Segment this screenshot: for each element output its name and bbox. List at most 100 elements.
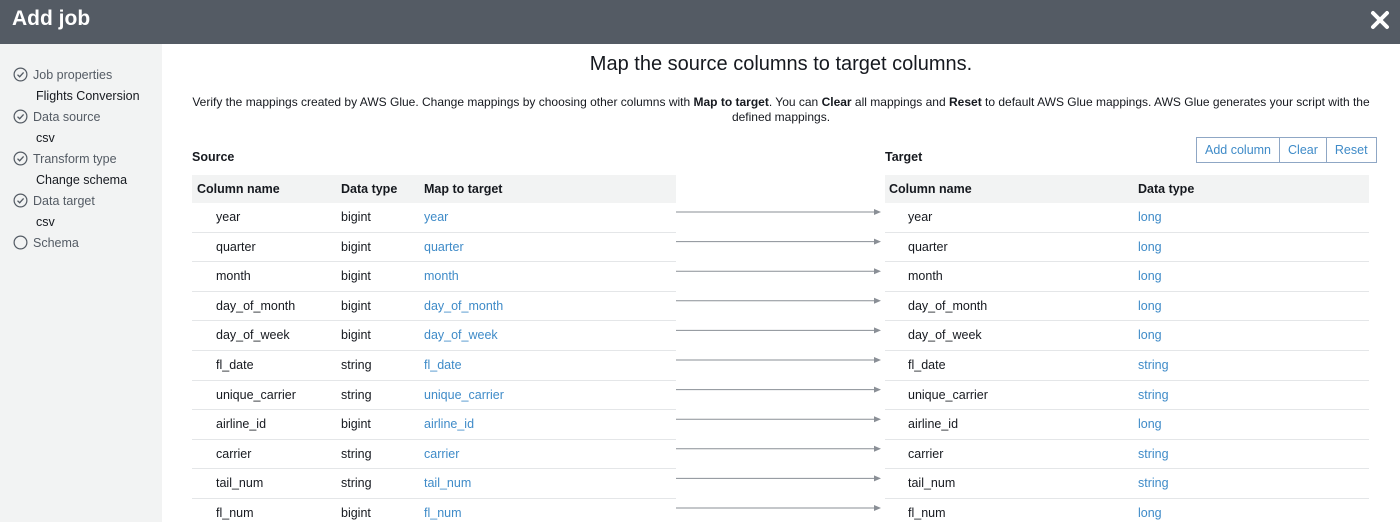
arrow-right-icon xyxy=(676,445,881,452)
source-column-name: fl_date xyxy=(216,358,254,372)
source-column-name: day_of_week xyxy=(216,328,290,342)
source-data-type: bigint xyxy=(341,506,371,520)
row-divider xyxy=(192,350,676,351)
row-divider xyxy=(192,498,676,499)
step-data-source[interactable]: Data source xyxy=(13,109,100,124)
arrow-right-icon xyxy=(676,505,881,511)
target-col-name-header: Column name xyxy=(889,182,972,196)
reset-button[interactable]: Reset xyxy=(1326,138,1376,162)
target-column-name: month xyxy=(908,269,943,283)
source-data-type: string xyxy=(341,388,372,402)
check-circle-icon xyxy=(13,67,28,82)
target-data-type[interactable]: long xyxy=(1138,506,1162,520)
map-to-target-link[interactable]: year xyxy=(424,210,448,224)
target-data-type[interactable]: long xyxy=(1138,417,1162,431)
source-column-name: quarter xyxy=(216,240,256,254)
check-circle-icon xyxy=(13,193,28,208)
map-to-target-link[interactable]: day_of_week xyxy=(424,328,498,342)
map-to-target-link[interactable]: unique_carrier xyxy=(424,388,504,402)
row-divider xyxy=(192,291,676,292)
step-schema[interactable]: Schema xyxy=(13,235,79,250)
map-to-target-header: Map to target xyxy=(424,182,503,196)
source-data-type: string xyxy=(341,358,372,372)
target-column-name: fl_num xyxy=(908,506,946,520)
target-data-type[interactable]: long xyxy=(1138,328,1162,342)
source-data-type: bigint xyxy=(341,417,371,431)
source-data-type: bigint xyxy=(341,210,371,224)
target-data-type[interactable]: long xyxy=(1138,299,1162,313)
map-to-target-link[interactable]: day_of_month xyxy=(424,299,503,313)
target-column-name: day_of_month xyxy=(908,299,988,313)
step-value: Change schema xyxy=(36,173,128,187)
map-to-target-link[interactable]: airline_id xyxy=(424,417,474,431)
step-label: Job properties xyxy=(33,67,113,82)
dialog-title: Add job xyxy=(12,7,91,30)
arrow-right-icon xyxy=(676,238,881,245)
map-to-target-link[interactable]: fl_date xyxy=(424,358,462,372)
row-divider xyxy=(885,439,1369,440)
main-panel: Map the source columns to target columns… xyxy=(162,44,1400,522)
source-column-name: day_of_month xyxy=(216,299,296,313)
source-data-type: bigint xyxy=(341,328,371,342)
mapping-actions: Add column Clear Reset xyxy=(1196,137,1377,163)
step-transform-type[interactable]: Transform type xyxy=(13,151,117,166)
row-divider xyxy=(192,380,676,381)
row-divider xyxy=(885,409,1369,410)
source-column-name: month xyxy=(216,269,251,283)
source-column-name: unique_carrier xyxy=(216,388,296,402)
source-column-name: fl_num xyxy=(216,506,254,520)
source-data-type-header: Data type xyxy=(341,182,398,196)
row-divider xyxy=(885,380,1369,381)
step-data-target[interactable]: Data target xyxy=(13,193,95,208)
target-data-type-header: Data type xyxy=(1138,182,1195,196)
target-data-type[interactable]: long xyxy=(1138,240,1162,254)
map-to-target-link[interactable]: tail_num xyxy=(424,476,471,490)
arrow-right-icon xyxy=(676,416,881,423)
row-divider xyxy=(885,291,1369,292)
target-column-name: tail_num xyxy=(908,476,956,490)
target-column-name: unique_carrier xyxy=(908,388,988,402)
map-to-target-link[interactable]: carrier xyxy=(424,447,459,461)
arrow-right-icon xyxy=(676,357,881,363)
target-column-name: fl_date xyxy=(908,358,946,372)
row-divider xyxy=(192,468,676,469)
source-data-type: bigint xyxy=(341,269,371,283)
source-col-name-header: Column name xyxy=(197,182,280,196)
step-label: Schema xyxy=(33,235,79,250)
row-divider xyxy=(885,232,1369,233)
row-divider xyxy=(885,320,1369,321)
source-column-name: carrier xyxy=(216,447,252,461)
row-divider xyxy=(885,261,1369,262)
wizard-sidebar: Job properties Flights Conversion Data s… xyxy=(0,44,162,522)
row-divider xyxy=(192,261,676,262)
arrow-right-icon xyxy=(676,386,881,393)
map-to-target-link[interactable]: month xyxy=(424,269,459,283)
target-data-type[interactable]: long xyxy=(1138,269,1162,283)
step-label: Data target xyxy=(33,193,95,208)
add-column-button[interactable]: Add column xyxy=(1197,138,1281,162)
step-job-properties[interactable]: Job properties xyxy=(13,67,112,82)
source-data-type: bigint xyxy=(341,240,371,254)
source-column-name: tail_num xyxy=(216,476,264,490)
target-data-type[interactable]: string xyxy=(1138,388,1169,402)
source-column-name: airline_id xyxy=(216,417,267,431)
target-data-type[interactable]: string xyxy=(1138,447,1169,461)
row-divider xyxy=(192,320,676,321)
source-data-type: string xyxy=(341,447,372,461)
check-circle-icon xyxy=(13,151,28,166)
map-to-target-link[interactable]: fl_num xyxy=(424,506,462,520)
step-value: csv xyxy=(36,131,55,145)
map-to-target-link[interactable]: quarter xyxy=(424,240,464,254)
target-section-label: Target xyxy=(885,150,923,164)
target-column-name: quarter xyxy=(908,240,948,254)
row-divider xyxy=(192,232,676,233)
target-data-type[interactable]: string xyxy=(1138,476,1169,490)
target-column-name: day_of_week xyxy=(908,328,982,342)
target-data-type[interactable]: long xyxy=(1138,210,1162,224)
target-data-type[interactable]: string xyxy=(1138,358,1169,372)
close-icon[interactable] xyxy=(1366,6,1394,34)
row-divider xyxy=(192,409,676,410)
clear-button[interactable]: Clear xyxy=(1280,138,1327,162)
source-data-type: string xyxy=(341,476,372,490)
mapping-arrows xyxy=(676,209,881,511)
